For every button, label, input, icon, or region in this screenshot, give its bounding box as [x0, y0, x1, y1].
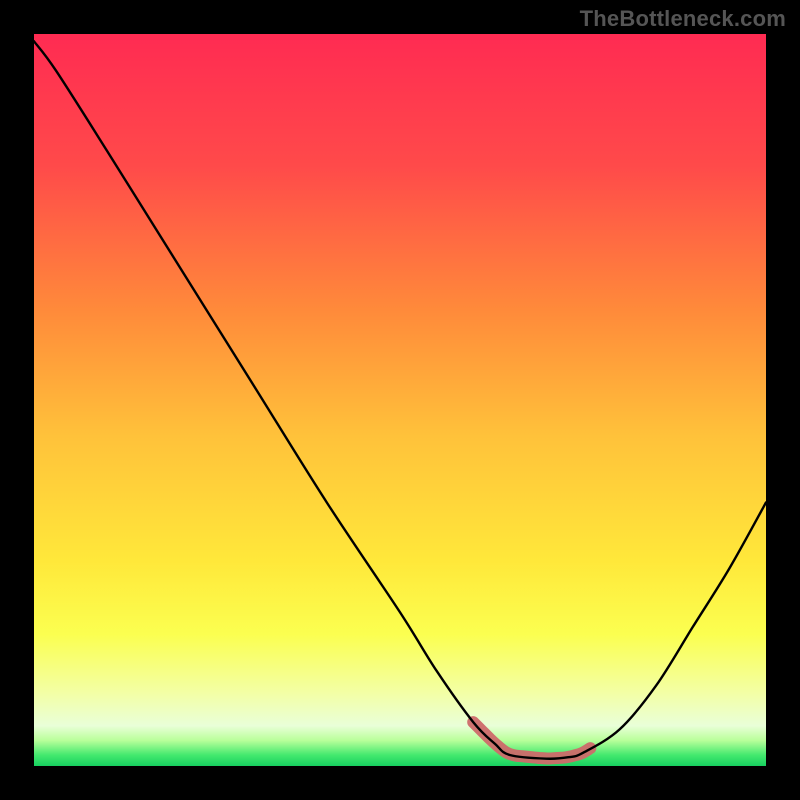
- watermark-text: TheBottleneck.com: [580, 6, 786, 32]
- chart-container: TheBottleneck.com: [0, 0, 800, 800]
- bottleneck-curve-path: [34, 41, 766, 758]
- bottleneck-curve-layer: [0, 0, 800, 800]
